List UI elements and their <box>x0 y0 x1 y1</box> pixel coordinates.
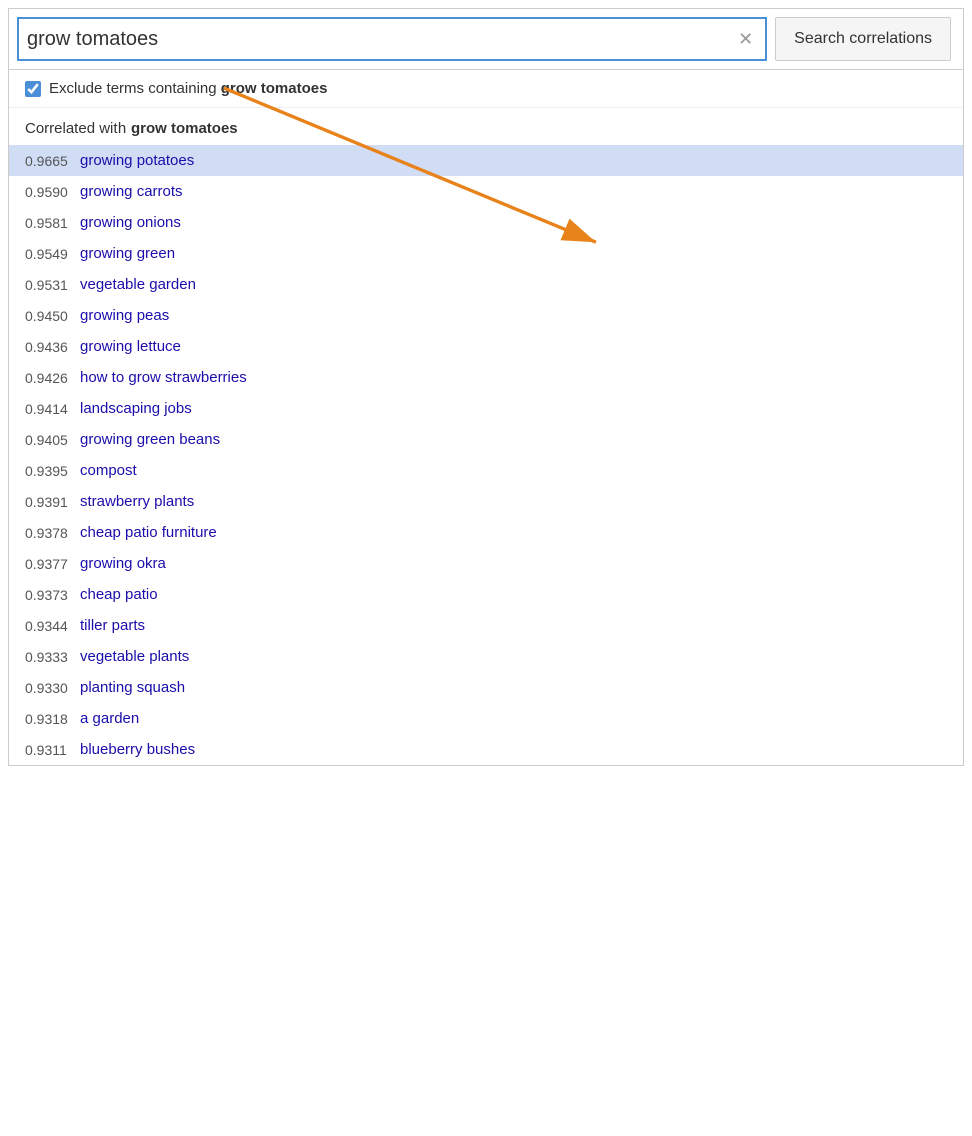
result-item[interactable]: 0.9391strawberry plants <box>9 486 963 517</box>
result-score: 0.9391 <box>25 494 80 510</box>
result-item[interactable]: 0.9344tiller parts <box>9 610 963 641</box>
result-item[interactable]: 0.9665growing potatoes <box>9 145 963 176</box>
result-link[interactable]: growing lettuce <box>80 338 181 355</box>
result-item[interactable]: 0.9377growing okra <box>9 548 963 579</box>
result-score: 0.9581 <box>25 215 80 231</box>
exclude-row: Exclude terms containing grow tomatoes <box>9 70 963 108</box>
result-link[interactable]: vegetable garden <box>80 276 196 293</box>
result-item[interactable]: 0.9373cheap patio <box>9 579 963 610</box>
result-item[interactable]: 0.9414landscaping jobs <box>9 393 963 424</box>
results-list: 0.9665growing potatoes0.9590growing carr… <box>9 145 963 765</box>
result-link[interactable]: strawberry plants <box>80 493 194 510</box>
result-item[interactable]: 0.9531vegetable garden <box>9 269 963 300</box>
result-score: 0.9378 <box>25 525 80 541</box>
section-header: Correlated with grow tomatoes <box>9 108 963 145</box>
result-link[interactable]: how to grow strawberries <box>80 369 247 386</box>
result-score: 0.9333 <box>25 649 80 665</box>
result-score: 0.9414 <box>25 401 80 417</box>
result-score: 0.9436 <box>25 339 80 355</box>
result-item[interactable]: 0.9311blueberry bushes <box>9 734 963 765</box>
result-score: 0.9395 <box>25 463 80 479</box>
result-link[interactable]: growing potatoes <box>80 152 194 169</box>
result-item[interactable]: 0.9395compost <box>9 455 963 486</box>
result-score: 0.9549 <box>25 246 80 262</box>
result-link[interactable]: cheap patio <box>80 586 158 603</box>
result-score: 0.9330 <box>25 680 80 696</box>
search-input[interactable] <box>27 28 734 51</box>
result-link[interactable]: blueberry bushes <box>80 741 195 758</box>
search-input-wrapper: ✕ <box>17 17 767 61</box>
result-score: 0.9665 <box>25 153 80 169</box>
result-score: 0.9377 <box>25 556 80 572</box>
result-item[interactable]: 0.9450growing peas <box>9 300 963 331</box>
result-score: 0.9318 <box>25 711 80 727</box>
result-score: 0.9531 <box>25 277 80 293</box>
search-correlations-button[interactable]: Search correlations <box>775 17 951 61</box>
result-item[interactable]: 0.9378cheap patio furniture <box>9 517 963 548</box>
result-item[interactable]: 0.9436growing lettuce <box>9 331 963 362</box>
result-score: 0.9590 <box>25 184 80 200</box>
result-link[interactable]: growing onions <box>80 214 181 231</box>
result-item[interactable]: 0.9581growing onions <box>9 207 963 238</box>
result-item[interactable]: 0.9330planting squash <box>9 672 963 703</box>
result-score: 0.9405 <box>25 432 80 448</box>
result-link[interactable]: growing okra <box>80 555 166 572</box>
result-link[interactable]: compost <box>80 462 137 479</box>
result-link[interactable]: cheap patio furniture <box>80 524 217 541</box>
result-link[interactable]: growing green beans <box>80 431 220 448</box>
clear-icon[interactable]: ✕ <box>734 29 757 50</box>
result-link[interactable]: landscaping jobs <box>80 400 192 417</box>
result-score: 0.9311 <box>25 742 80 758</box>
result-link[interactable]: growing peas <box>80 307 169 324</box>
result-score: 0.9426 <box>25 370 80 386</box>
result-score: 0.9344 <box>25 618 80 634</box>
result-item[interactable]: 0.9549growing green <box>9 238 963 269</box>
result-link[interactable]: vegetable plants <box>80 648 189 665</box>
result-item[interactable]: 0.9426how to grow strawberries <box>9 362 963 393</box>
exclude-label: Exclude terms containing grow tomatoes <box>49 80 327 97</box>
exclude-term: grow tomatoes <box>221 80 328 97</box>
result-score: 0.9373 <box>25 587 80 603</box>
result-item[interactable]: 0.9333vegetable plants <box>9 641 963 672</box>
result-link[interactable]: growing carrots <box>80 183 183 200</box>
result-link[interactable]: a garden <box>80 710 139 727</box>
result-link[interactable]: growing green <box>80 245 175 262</box>
exclude-checkbox[interactable] <box>25 81 41 97</box>
result-link[interactable]: planting squash <box>80 679 185 696</box>
result-item[interactable]: 0.9590growing carrots <box>9 176 963 207</box>
search-bar: ✕ Search correlations <box>9 9 963 70</box>
result-link[interactable]: tiller parts <box>80 617 145 634</box>
result-score: 0.9450 <box>25 308 80 324</box>
result-item[interactable]: 0.9318a garden <box>9 703 963 734</box>
result-item[interactable]: 0.9405growing green beans <box>9 424 963 455</box>
section-term: grow tomatoes <box>131 120 238 137</box>
main-container: ✕ Search correlations Exclude terms cont… <box>8 8 964 766</box>
